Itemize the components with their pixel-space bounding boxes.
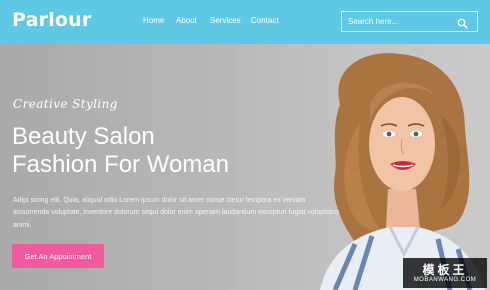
watermark-url: MOBANWANG.COM	[413, 277, 477, 283]
nav-home[interactable]: Home	[143, 16, 164, 25]
nav-about[interactable]: About	[176, 16, 197, 25]
site-header: Parlour Home About Services Contact	[0, 0, 490, 44]
watermark-badge: 模板王 MOBANWANG.COM	[403, 258, 487, 288]
search-box	[341, 11, 478, 32]
nav-contact[interactable]: Contact	[251, 16, 279, 25]
hero-tagline: Creative Styling	[13, 97, 118, 111]
hero-banner: Creative Styling Beauty Salon Fashion Fo…	[0, 44, 490, 290]
nav-services[interactable]: Services	[210, 16, 241, 25]
appointment-button[interactable]: Get An Appointment	[12, 244, 104, 268]
watermark-text: 模板王	[422, 263, 468, 277]
hero-headline-line1: Beauty Salon	[12, 123, 155, 150]
search-input[interactable]	[342, 12, 454, 31]
hero-headline-line2: Fashion For Woman	[12, 151, 229, 178]
hero-description: Adipi sicing elit. Quia, aliquid odio Lo…	[13, 197, 340, 229]
hero-model-photo	[320, 53, 485, 290]
site-logo[interactable]: Parlour	[12, 9, 91, 31]
search-icon[interactable]	[457, 16, 468, 29]
